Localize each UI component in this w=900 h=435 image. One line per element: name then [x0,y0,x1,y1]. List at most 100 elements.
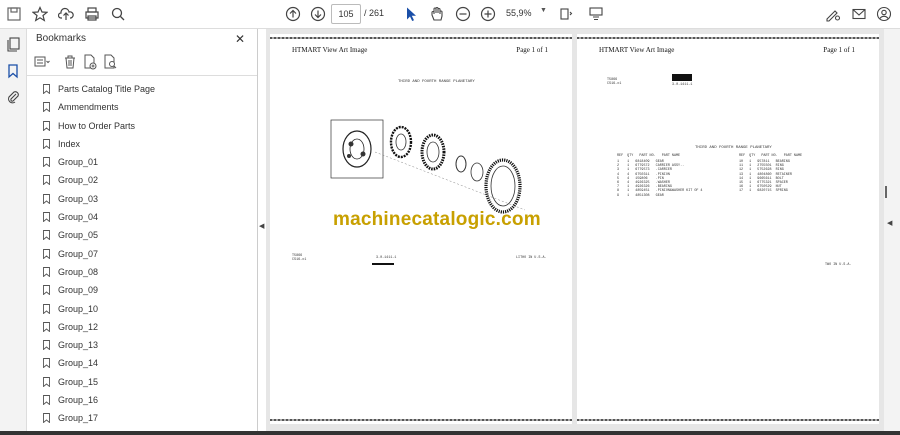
cloud-upload-icon[interactable] [56,4,76,24]
bookmark-label: Ammendments [58,102,119,113]
table-title: THIRD AND FOURTH RANGE PLANETARY [695,146,772,150]
bookmark-ribbon-icon [43,138,50,149]
bookmark-label: Group_04 [58,212,99,223]
reference-mid: 3-0-1411-1 [672,83,693,87]
collapse-panel-icon[interactable]: ◀ [259,222,264,230]
zoom-search-icon[interactable] [108,4,128,24]
bookmark-label: Group_01 [58,157,99,168]
table-row: 9 1 4851308 GEAR [617,193,664,198]
bookmark-item[interactable]: Group_14 [41,355,246,373]
sign-icon[interactable] [823,4,843,24]
bookmark-ribbon-icon [43,395,50,406]
comment-tool-icon[interactable] [586,4,606,24]
page-number-input[interactable]: 105 [331,4,361,24]
bookmark-item[interactable]: Ammendments [41,99,246,117]
bookmark-label: Group_15 [58,376,99,387]
bookmark-ribbon-icon [43,321,50,332]
bookmark-ribbon-icon [43,102,50,113]
zoom-out-icon[interactable] [453,4,473,24]
attachments-icon[interactable] [5,89,21,105]
page-footer-right: TWO IN U.S.A. [825,263,852,267]
find-bookmark-icon[interactable] [101,53,119,71]
print-icon[interactable] [82,4,102,24]
bookmark-item[interactable]: Group_15 [41,374,246,392]
bookmark-ribbon-icon [43,84,50,94]
bookmark-ribbon-icon [43,358,50,369]
document-scrollbar[interactable]: ◀ [884,29,900,433]
parts-table-right: 10 1 957811 BEARING 11 1 2755501 RING 12… [739,160,792,194]
navigation-strip [0,29,27,435]
hand-tool-icon[interactable] [427,4,447,24]
bookmark-item[interactable]: Group_04 [41,209,246,227]
page-top-rule [577,37,879,39]
close-panel-button[interactable]: ✕ [235,32,245,46]
delete-bookmark-icon[interactable] [61,53,79,71]
bookmark-item[interactable]: Group_07 [41,246,246,264]
bookmark-item[interactable]: How to Order Parts [41,118,246,136]
bookmark-item[interactable]: Group_12 [41,319,246,337]
zoom-level[interactable]: 55,9% [506,4,544,22]
new-bookmark-icon[interactable] [81,53,99,71]
bookmark-label: Group_08 [58,266,99,277]
options-menu-icon[interactable] [33,53,51,71]
bookmark-label: Group_14 [58,358,99,369]
bookmark-item[interactable]: Group_02 [41,172,246,190]
bookmark-item[interactable]: Group_01 [41,154,246,172]
table-row: 8 1 4859451 .PINION&WASHER KIT OF 4 [617,189,703,194]
bookmark-ribbon-icon [43,120,50,131]
save-icon[interactable] [4,4,24,24]
zoom-in-icon[interactable] [478,4,498,24]
bookmark-label: Parts Catalog Title Page [58,84,156,94]
bookmark-item[interactable]: Group_16 [41,392,246,410]
account-icon[interactable] [874,4,894,24]
bookmark-ribbon-icon [43,303,50,314]
page-footer-mid: 3-0-1411-1 [376,256,397,260]
bookmark-label: Group_09 [58,285,99,296]
bookmark-item[interactable]: Parts Catalog Title Page [41,81,246,99]
page-down-icon[interactable] [308,4,328,24]
bookmark-label: Index [58,138,81,149]
bookmark-item[interactable]: Group_05 [41,227,246,245]
redaction-block [672,74,692,81]
page-thumbnails-icon[interactable] [5,36,21,52]
bookmark-item[interactable]: Group_08 [41,264,246,282]
page-bottom-rule [270,419,572,421]
bookmarks-icon[interactable] [5,63,21,79]
bookmarks-panel: Bookmarks ✕ Parts Catalog Title Page Amm… [27,29,278,433]
diagram-caption: THIRD AND FOURTH RANGE PLANETARY [398,80,475,84]
page-label: Page 1 of 1 [516,46,548,54]
select-cursor-icon[interactable] [401,4,421,24]
star-icon[interactable] [30,4,50,24]
bookmark-item[interactable]: Group_09 [41,282,246,300]
scroll-thumb[interactable] [885,186,887,198]
bookmark-ribbon-icon [43,340,50,351]
bookmark-ribbon-icon [43,248,50,259]
bookmark-label: Group_03 [58,193,99,204]
zoom-dropdown-icon[interactable]: ▼ [540,7,547,14]
bookmark-label: Group_05 [58,230,99,241]
page-up-icon[interactable] [283,4,303,24]
watermark: machinecatalogic.com [333,209,541,230]
scroll-arrow-icon[interactable]: ◀ [887,219,892,227]
bookmark-item[interactable]: Group_10 [41,301,246,319]
page-footer-left: T5866 CS16-x1 [292,254,307,263]
bookmark-ribbon-icon [43,376,50,387]
page-fit-icon[interactable] [556,4,576,24]
panel-title: Bookmarks [36,33,87,44]
page-bottom-rule [577,419,879,421]
page-header: HTMART View Art Image [599,46,675,54]
bookmark-item[interactable]: Group_13 [41,337,246,355]
bookmark-ribbon-icon [43,230,50,241]
bookmark-label: Group_10 [58,303,99,314]
email-icon[interactable] [849,4,869,24]
bookmark-label: Group_16 [58,395,99,406]
bookmark-item[interactable]: Index [41,136,246,154]
bookmark-ribbon-icon [43,175,50,186]
panel-divider [27,75,257,76]
bookmark-item[interactable]: Group_17 [41,410,246,428]
bookmark-ribbon-icon [43,212,50,223]
bookmark-item[interactable]: Group_03 [41,191,246,209]
bookmark-label: Group_12 [58,321,99,332]
page-footer-right: LITHO IN U.S.A. [516,256,547,260]
document-view[interactable]: HTMART View Art Image Page 1 of 1 THIRD … [266,29,884,433]
